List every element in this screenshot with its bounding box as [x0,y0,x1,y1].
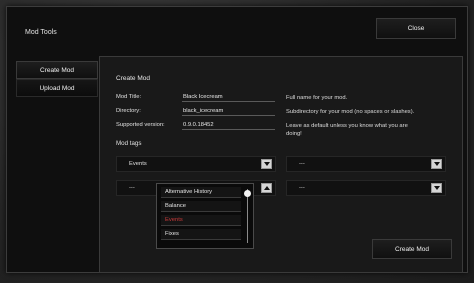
directory-hint: Subdirectory for your mod (no spaces or … [286,109,415,115]
chevron-down-icon[interactable] [431,183,442,193]
tag-option-alternative-history[interactable]: Alternative History [161,187,241,198]
supported-version-hint-line2: doing! [286,131,302,137]
tag-dropdown-2[interactable]: --- [286,156,446,172]
supported-version-hint-line1: Leave as default unless you know what yo… [286,123,408,129]
list-scroll-thumb[interactable] [244,190,251,197]
tag-dropdown-3-value: --- [129,185,135,191]
mod-tags-label: Mod tags [116,140,142,147]
tag-dropdown-4[interactable]: --- [286,180,446,196]
tag-option-fixes[interactable]: Fixes [161,229,241,240]
sidebar-item-upload-mod[interactable]: Upload Mod [16,79,98,97]
supported-version-hint: Leave as default unless you know what yo… [286,122,408,138]
list-scrollbar[interactable] [247,189,248,243]
tag-option-events[interactable]: Events [161,215,241,226]
tag-dropdown-1-value: Events [129,161,147,167]
supported-version-input[interactable] [182,120,275,130]
tag-dropdown-4-value: --- [299,185,305,191]
sidebar-item-create-mod[interactable]: Create Mod [16,61,98,79]
tag-dropdown-1[interactable]: Events [116,156,276,172]
create-mod-button[interactable]: Create Mod [372,239,452,259]
chevron-up-icon[interactable] [261,183,272,193]
mod-tools-window: Mod Tools Close Create Mod Upload Mod Cr… [6,6,468,273]
tag-options-list: Alternative History Balance Events Fixes [156,183,254,249]
panel-title: Create Mod [116,75,150,82]
tag-dropdown-2-value: --- [299,161,305,167]
create-mod-panel: Create Mod Mod Title: Full name for your… [99,56,463,273]
directory-input[interactable] [182,106,275,116]
supported-version-label: Supported version: [116,122,165,128]
chevron-down-icon[interactable] [431,159,442,169]
chevron-down-icon[interactable] [261,159,272,169]
mod-title-input[interactable] [182,92,275,102]
tag-option-balance[interactable]: Balance [161,201,241,212]
mod-title-label: Mod Title: [116,94,142,100]
window-title: Mod Tools [25,29,57,36]
close-button[interactable]: Close [376,18,456,39]
directory-label: Directory: [116,108,141,114]
mod-title-hint: Full name for your mod. [286,95,348,101]
